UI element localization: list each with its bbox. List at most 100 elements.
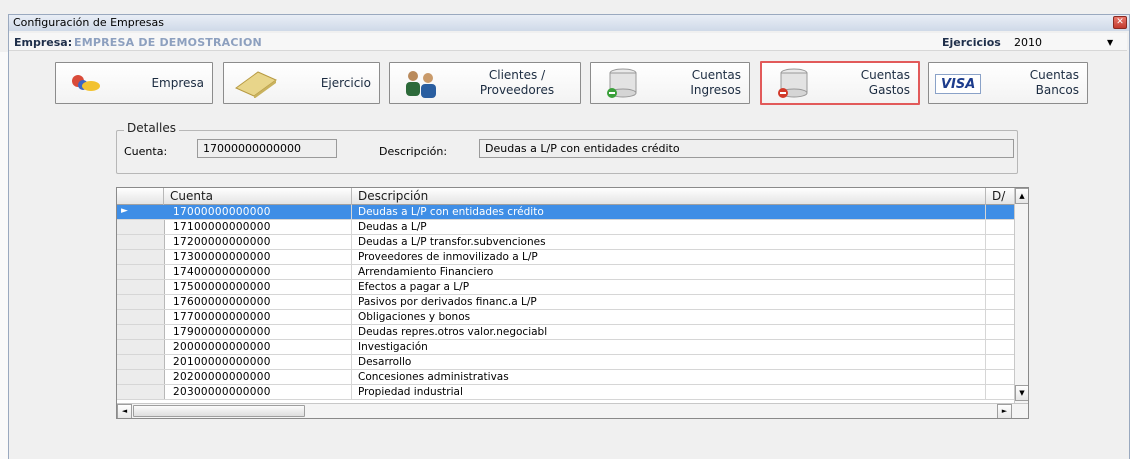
details-title: Detalles [124,121,179,135]
cell-d[interactable] [986,250,1014,264]
table-row[interactable]: 17600000000000 Pasivos por derivados fina… [117,295,1014,310]
cell-d[interactable] [986,310,1014,324]
table-row[interactable]: ► 17000000000000 Deudas a L/P con entidade… [117,205,1014,220]
cell-d[interactable] [986,355,1014,369]
clientes-proveedores-button[interactable]: Clientes / Proveedores [389,62,581,104]
table-row[interactable]: 17200000000000 Deudas a L/P transfor.subv… [117,235,1014,250]
table-row[interactable]: 20200000000000 Concesiones administrativa… [117,370,1014,385]
cell-descripcion[interactable]: Obligaciones y bonos [352,310,986,324]
cuentas-ingresos-button[interactable]: Cuentas Ingresos [590,62,750,104]
cuenta-label: Cuenta: [124,145,168,158]
cell-cuenta[interactable]: 17600000000000 [164,295,352,309]
chevron-down-icon[interactable]: ▼ [1107,38,1113,47]
grid-header: Cuenta Descripción D/ [117,188,1014,205]
cell-cuenta[interactable]: 17000000000000 [164,205,352,219]
cell-cuenta[interactable]: 20300000000000 [164,385,352,399]
cuentas-bancos-button[interactable]: VISA Cuentas Bancos [928,62,1088,104]
close-button[interactable]: ✕ [1113,16,1127,29]
descripcion-field[interactable]: Deudas a L/P con entidades crédito [479,139,1014,158]
accounts-grid[interactable]: Cuenta Descripción D/ ► 17000000000000 Deu… [116,187,1029,419]
ejercicio-button[interactable]: Ejercicio [223,62,380,104]
cell-descripcion[interactable]: Efectos a pagar a L/P [352,280,986,294]
empresa-label: Empresa: [14,36,73,49]
cell-descripcion[interactable]: Deudas a L/P con entidades crédito [352,205,986,219]
row-selector[interactable] [117,265,165,279]
ejercicios-label: Ejercicios [942,36,1001,49]
row-selector[interactable] [117,340,165,354]
row-selector[interactable] [117,250,165,264]
scroll-down-icon[interactable]: ▼ [1015,385,1028,401]
table-row[interactable]: 17700000000000 Obligaciones y bonos [117,310,1014,325]
row-selector[interactable] [117,325,165,339]
cell-descripcion[interactable]: Deudas a L/P transfor.subvenciones [352,235,986,249]
row-selector[interactable] [117,295,165,309]
cuentas-gastos-button[interactable]: Cuentas Gastos [760,61,920,105]
cell-d[interactable] [986,325,1014,339]
table-row[interactable]: 17100000000000 Deudas a L/P [117,220,1014,235]
cell-descripcion[interactable]: Pasivos por derivados financ.a L/P [352,295,986,309]
row-selector[interactable]: ► [117,205,165,219]
row-selector[interactable] [117,385,165,399]
ejercicio-select[interactable]: 2010 [1014,36,1042,49]
people-icon [406,71,436,98]
cell-cuenta[interactable]: 17100000000000 [164,220,352,234]
horizontal-scroll-thumb[interactable] [133,405,305,417]
column-header-d[interactable]: D/ [986,188,1014,205]
cell-descripcion[interactable]: Deudas a L/P [352,220,986,234]
cell-descripcion[interactable]: Proveedores de inmovilizado a L/P [352,250,986,264]
row-selector[interactable] [117,220,165,234]
cell-d[interactable] [986,220,1014,234]
cell-d[interactable] [986,280,1014,294]
cell-descripcion[interactable]: Deudas repres.otros valor.negociabl [352,325,986,339]
table-row[interactable]: 17300000000000 Proveedores de inmovilizad… [117,250,1014,265]
row-selector[interactable] [117,310,165,324]
cell-cuenta[interactable]: 17200000000000 [164,235,352,249]
cell-cuenta[interactable]: 17300000000000 [164,250,352,264]
column-header-descripcion[interactable]: Descripción [352,188,986,205]
cell-cuenta[interactable]: 17500000000000 [164,280,352,294]
title-bar[interactable]: Configuración de Empresas ✕ [8,14,1130,31]
vertical-scrollbar[interactable]: ▲ ▼ [1014,188,1028,403]
window-left-edge [0,52,8,459]
row-pointer-icon: ► [121,206,128,216]
table-row[interactable]: 20000000000000 Investigación [117,340,1014,355]
cell-cuenta[interactable]: 17400000000000 [164,265,352,279]
row-selector[interactable] [117,280,165,294]
cell-cuenta[interactable]: 17700000000000 [164,310,352,324]
cuenta-field[interactable]: 17000000000000 [197,139,337,158]
scroll-up-icon[interactable]: ▲ [1015,188,1028,204]
cell-cuenta[interactable]: 20100000000000 [164,355,352,369]
scroll-left-icon[interactable]: ◄ [117,404,132,418]
cell-descripcion[interactable]: Propiedad industrial [352,385,986,399]
scroll-right-icon[interactable]: ► [997,404,1012,418]
cell-descripcion[interactable]: Desarrollo [352,355,986,369]
column-header-cuenta[interactable]: Cuenta [164,188,352,205]
cell-d[interactable] [986,370,1014,384]
table-row[interactable]: 20100000000000 Desarrollo [117,355,1014,370]
cell-descripcion[interactable]: Concesiones administrativas [352,370,986,384]
table-row[interactable]: 17400000000000 Arrendamiento Financiero [117,265,1014,280]
cell-d[interactable] [986,385,1014,399]
empresa-button[interactable]: Empresa [55,62,213,104]
cell-cuenta[interactable]: 20000000000000 [164,340,352,354]
table-row[interactable]: 17500000000000 Efectos a pagar a L/P [117,280,1014,295]
row-selector[interactable] [117,370,165,384]
cell-cuenta[interactable]: 20200000000000 [164,370,352,384]
row-selector[interactable] [117,355,165,369]
database-remove-icon [778,68,808,98]
horizontal-scrollbar[interactable]: ◄ ► [117,403,1028,418]
cell-descripcion[interactable]: Arrendamiento Financiero [352,265,986,279]
table-row[interactable]: 20300000000000 Propiedad industrial [117,385,1014,400]
cell-d[interactable] [986,265,1014,279]
cell-descripcion[interactable]: Investigación [352,340,986,354]
empresa-button-label: Empresa [151,75,204,90]
cell-d[interactable] [986,340,1014,354]
descripcion-label: Descripción: [379,145,448,158]
cell-cuenta[interactable]: 17900000000000 [164,325,352,339]
cell-d[interactable] [986,295,1014,309]
table-row[interactable]: 17900000000000 Deudas repres.otros valor.… [117,325,1014,340]
row-selector[interactable] [117,235,165,249]
cell-d[interactable] [986,235,1014,249]
cell-d[interactable] [986,205,1014,219]
visa-card-icon: VISA [935,74,981,94]
